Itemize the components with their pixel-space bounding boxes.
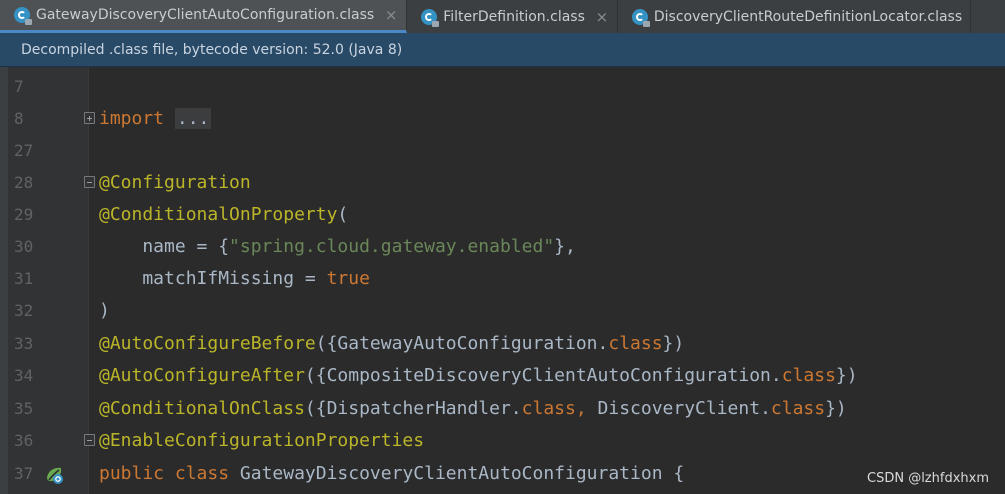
- fold-expand-icon[interactable]: [84, 112, 95, 124]
- class-keyword: class: [608, 333, 663, 354]
- tab-label: FilterDefinition.class: [443, 8, 585, 25]
- line-number: 30: [14, 237, 34, 256]
- class-keyword: class,: [521, 398, 598, 419]
- code-line: 27: [0, 135, 1005, 167]
- close-tab-icon[interactable]: ×: [595, 8, 609, 26]
- tab-filter-definition[interactable]: FilterDefinition.class ×: [407, 0, 618, 33]
- line-number: 34: [14, 366, 34, 385]
- boolean-literal: true: [326, 268, 370, 289]
- code-text: ({DispatcherHandler.: [304, 398, 522, 419]
- string-literal: "spring.cloud.gateway.enabled": [229, 236, 555, 257]
- code-text: (: [337, 204, 349, 225]
- watermark: CSDN @lzhfdxhxm: [867, 471, 989, 486]
- class-file-icon: [421, 8, 440, 27]
- code-line: 35 @ConditionalOnClass({DispatcherHandle…: [0, 393, 1005, 425]
- line-number: 36: [14, 431, 34, 450]
- class-file-icon: [631, 8, 650, 27]
- line-number: 32: [14, 301, 34, 320]
- code-line: 32 ): [0, 295, 1005, 327]
- code-text: DiscoveryClient.: [597, 398, 771, 419]
- collapsed-imports[interactable]: ...: [174, 108, 212, 129]
- line-number: 37: [14, 464, 34, 483]
- line-number: 29: [14, 205, 34, 224]
- code-text: }): [835, 365, 858, 386]
- import-keyword: import: [99, 108, 165, 129]
- fold-collapse-icon[interactable]: [84, 176, 95, 188]
- close-tab-icon[interactable]: ×: [384, 6, 398, 24]
- line-number: 33: [14, 334, 34, 353]
- fold-collapse-icon[interactable]: [84, 434, 95, 446]
- code-line: 31 matchIfMissing = true: [0, 263, 1005, 295]
- annotation: @ConditionalOnProperty: [99, 204, 338, 225]
- annotation: @AutoConfigureAfter: [99, 365, 305, 386]
- line-number: 7: [14, 77, 24, 96]
- code-text: ): [99, 300, 110, 321]
- code-line: 37 public class GatewayDiscoveryClientAu…: [0, 458, 1005, 490]
- line-number: 31: [14, 269, 34, 288]
- annotation: @AutoConfigureBefore: [99, 333, 316, 354]
- code-line: 7: [0, 71, 1005, 103]
- code-line: 29 @ConditionalOnProperty(: [0, 199, 1005, 231]
- code-text: name = {: [99, 236, 230, 257]
- editor-tab-bar: GatewayDiscoveryClientAutoConfiguration.…: [0, 0, 1005, 34]
- line-number: 35: [14, 399, 34, 418]
- code-text: matchIfMissing =: [99, 268, 327, 289]
- code-text: }): [825, 398, 847, 419]
- spring-bean-icon[interactable]: [44, 465, 64, 485]
- code-line: 8 import ...: [0, 103, 1005, 135]
- tab-label: GatewayDiscoveryClientAutoConfiguration.…: [36, 7, 375, 23]
- annotation: @Configuration: [99, 172, 251, 193]
- line-number: 28: [14, 173, 34, 192]
- code-line: 33 @AutoConfigureBefore({GatewayAutoConf…: [0, 328, 1005, 360]
- code-text: ({GatewayAutoConfiguration.: [315, 333, 609, 354]
- class-keyword: class: [781, 365, 836, 386]
- class-keyword: class: [770, 398, 826, 419]
- code-line: 36 @EnableConfigurationProperties: [0, 425, 1005, 457]
- code-text: }): [662, 333, 685, 354]
- annotation: @ConditionalOnClass: [99, 398, 305, 419]
- class-name: GatewayDiscoveryClientAutoConfiguration …: [239, 463, 685, 484]
- class-file-icon: [14, 7, 32, 25]
- code-editor[interactable]: 7 8 import ... 27 28 @Configuration 29 @…: [0, 67, 1005, 494]
- code-text: },: [554, 236, 576, 257]
- tab-label: DiscoveryClientRouteDefinitionLocator.cl…: [653, 8, 963, 25]
- tab-discovery-client-route-definition-locator[interactable]: DiscoveryClientRouteDefinitionLocator.cl…: [618, 0, 972, 33]
- line-number: 27: [14, 141, 34, 160]
- line-number: 8: [14, 109, 24, 128]
- code-text: ({CompositeDiscoveryClientAutoConfigurat…: [304, 365, 782, 386]
- tab-gateway-discovery-client-auto-configuration[interactable]: GatewayDiscoveryClientAutoConfiguration.…: [0, 0, 408, 33]
- annotation: @EnableConfigurationProperties: [99, 430, 425, 451]
- decompiled-banner: Decompiled .class file, bytecode version…: [0, 33, 1005, 67]
- code-line: 28 @Configuration: [0, 167, 1005, 199]
- code-line: 34 @AutoConfigureAfter({CompositeDiscove…: [0, 360, 1005, 392]
- keywords: public class: [99, 463, 240, 484]
- code-line: 30 name = {"spring.cloud.gateway.enabled…: [0, 231, 1005, 263]
